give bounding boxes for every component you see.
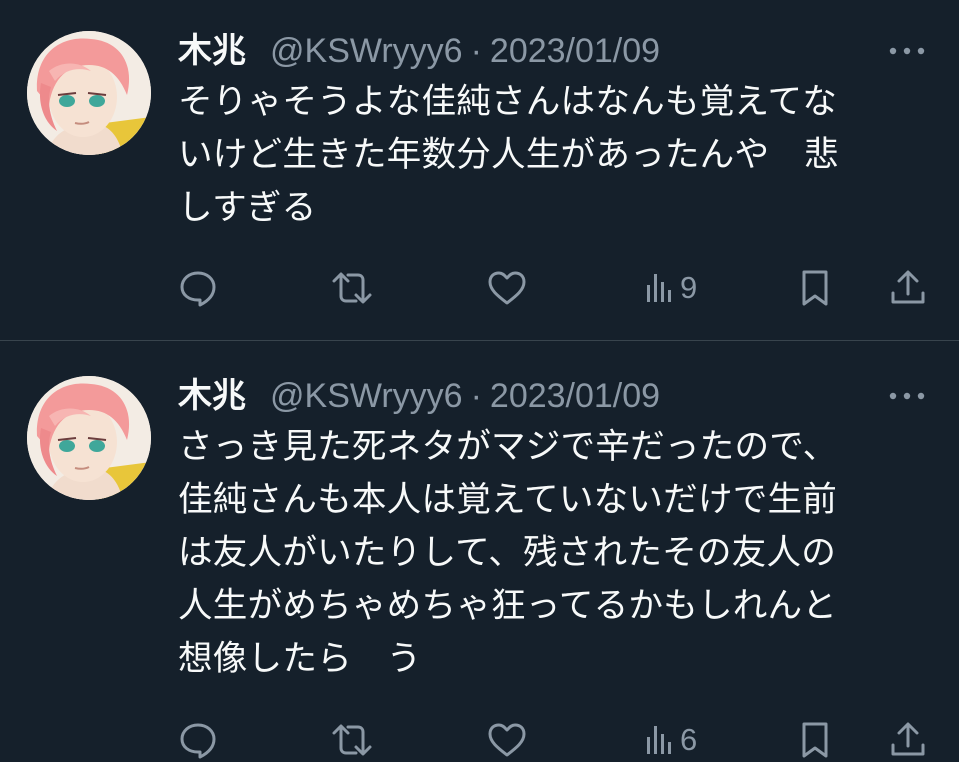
like-icon bbox=[488, 271, 526, 305]
share-icon bbox=[891, 270, 925, 304]
avatar-image bbox=[27, 31, 151, 155]
views-icon bbox=[647, 274, 671, 302]
tweet-meta: @KSWryyy6 · 2023/01/09 bbox=[270, 26, 660, 76]
retweet-button[interactable] bbox=[330, 266, 374, 310]
tweet-text: さっき見た死ネタがマジで辛だったので、 佳純さんも本人は覚えていないだけで生前 … bbox=[178, 427, 838, 679]
like-button[interactable] bbox=[486, 718, 528, 762]
tweet[interactable]: 木兆 @KSWryyy6 · 2023/01/09 そりゃそうよな佳純さんはなんも覚… bbox=[0, 0, 959, 340]
tweet-actions: 6 bbox=[178, 718, 938, 762]
like-icon bbox=[488, 723, 526, 757]
tweet-actions: 9 bbox=[178, 266, 938, 310]
reply-icon bbox=[180, 271, 216, 307]
meta-separator: · bbox=[470, 32, 482, 70]
tweet-date[interactable]: 2023/01/09 bbox=[490, 377, 660, 415]
retweet-icon bbox=[332, 272, 372, 304]
tweet-meta: @KSWryyy6 · 2023/01/09 bbox=[270, 371, 660, 421]
views-icon bbox=[647, 726, 671, 754]
tweet-header: 木兆 @KSWryyy6 · 2023/01/09 bbox=[178, 371, 929, 421]
tweet[interactable]: 木兆 @KSWryyy6 · 2023/01/09 さっき見た死ネタがマジで辛だった… bbox=[0, 341, 959, 759]
retweet-icon bbox=[332, 724, 372, 756]
views-button[interactable]: 6 bbox=[644, 718, 697, 762]
handle[interactable]: @KSWryyy6 bbox=[270, 377, 463, 415]
avatar[interactable] bbox=[27, 376, 151, 500]
display-name[interactable]: 木兆 bbox=[178, 26, 246, 76]
retweet-button[interactable] bbox=[330, 718, 374, 762]
views-count: 6 bbox=[680, 722, 698, 757]
share-icon bbox=[891, 722, 925, 756]
bookmark-icon bbox=[802, 722, 828, 758]
reply-button[interactable] bbox=[178, 718, 218, 762]
more-icon[interactable] bbox=[885, 26, 929, 76]
bookmark-icon bbox=[802, 270, 828, 306]
more-icon[interactable] bbox=[885, 371, 929, 421]
reply-icon bbox=[180, 723, 216, 759]
meta-separator: · bbox=[470, 377, 482, 415]
handle[interactable]: @KSWryyy6 bbox=[270, 32, 463, 70]
views-count: 9 bbox=[680, 270, 698, 305]
avatar[interactable] bbox=[27, 31, 151, 155]
share-button[interactable] bbox=[888, 718, 928, 762]
tweet-header: 木兆 @KSWryyy6 · 2023/01/09 bbox=[178, 26, 929, 76]
bookmark-button[interactable] bbox=[798, 718, 832, 762]
avatar-image bbox=[27, 376, 151, 500]
tweet-date[interactable]: 2023/01/09 bbox=[490, 32, 660, 70]
views-button[interactable]: 9 bbox=[644, 266, 697, 310]
reply-button[interactable] bbox=[178, 266, 218, 310]
share-button[interactable] bbox=[888, 266, 928, 310]
tweet-text: そりゃそうよな佳純さんはなんも覚えてな いけど生きた年数分人生があったんや 悲 … bbox=[178, 82, 839, 228]
bookmark-button[interactable] bbox=[798, 266, 832, 310]
display-name[interactable]: 木兆 bbox=[178, 371, 246, 421]
like-button[interactable] bbox=[486, 266, 528, 310]
